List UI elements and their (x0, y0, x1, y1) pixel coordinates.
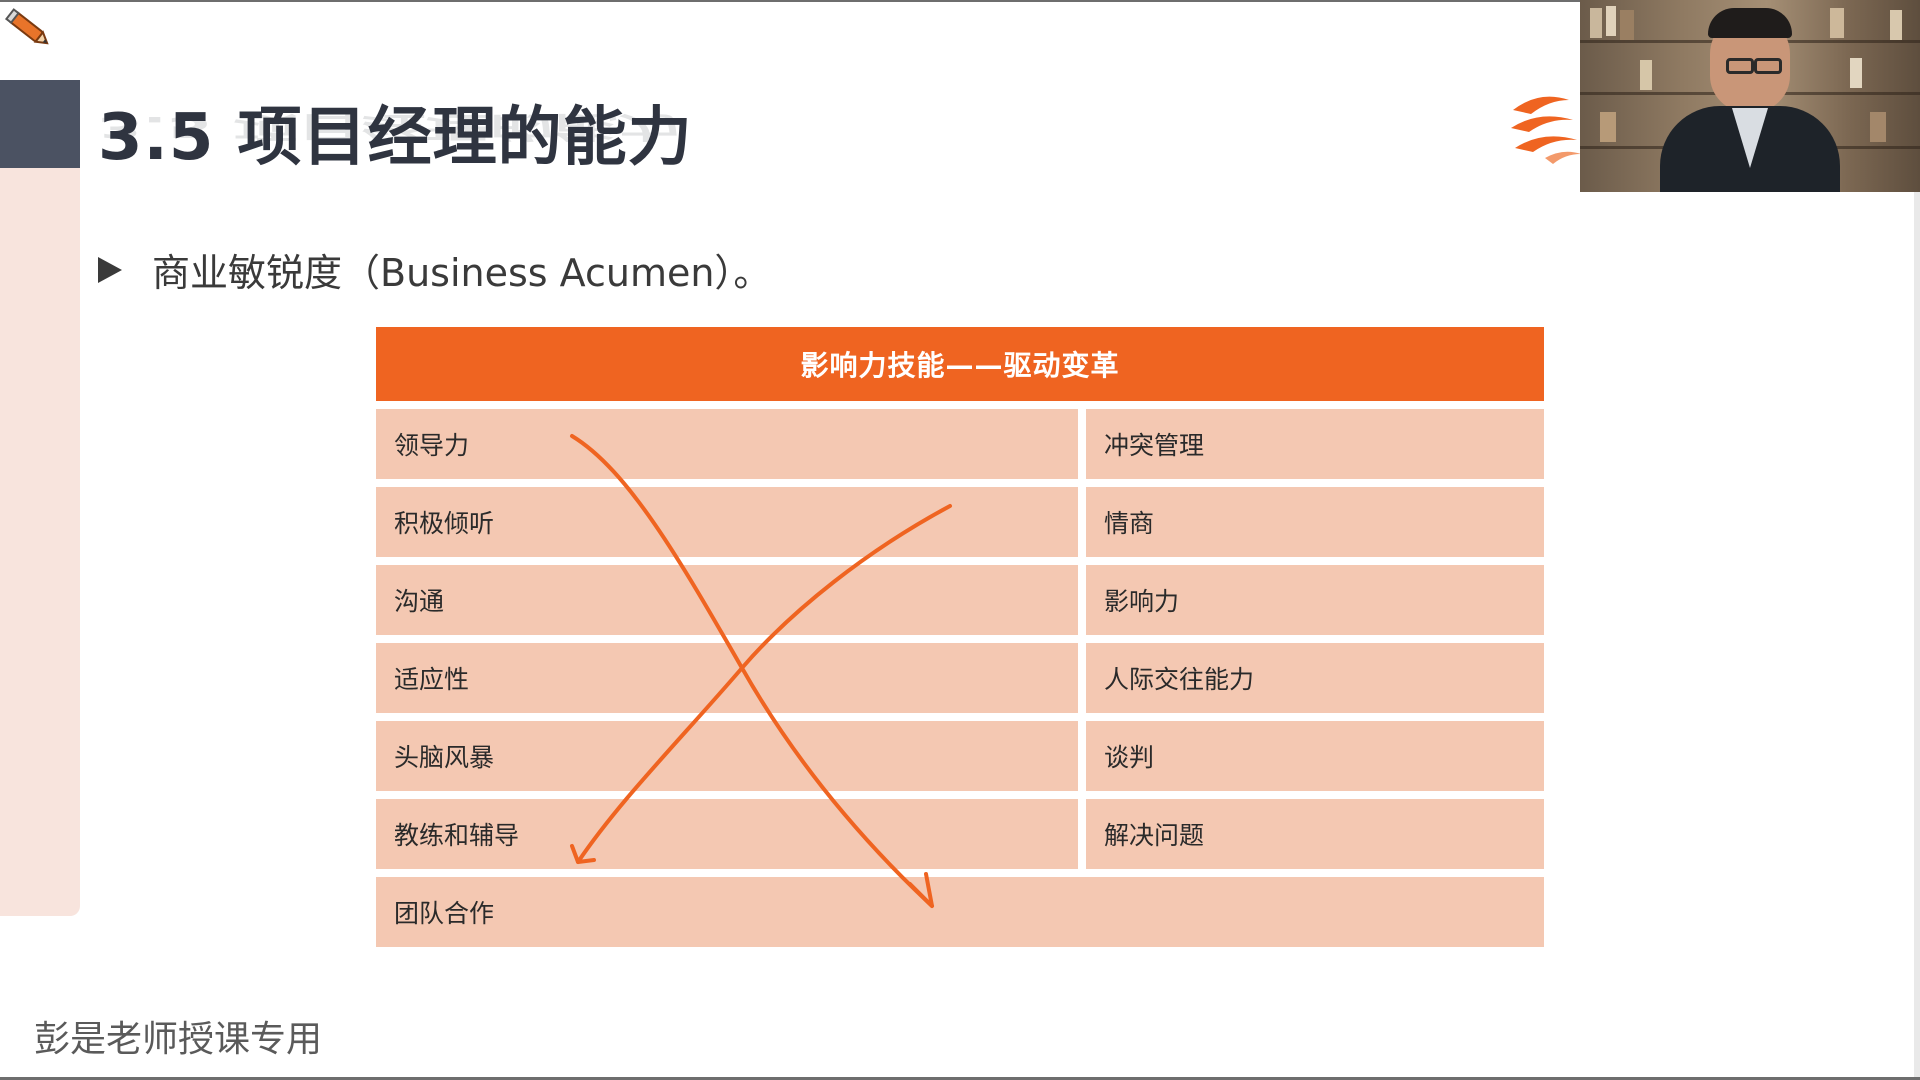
table-cell: 领导力 (376, 409, 1078, 479)
pencil-icon[interactable] (2, 4, 56, 54)
webcam-video (1580, 0, 1920, 192)
table-header: 影响力技能——驱动变革 (376, 327, 1544, 401)
table-cell: 谈判 (1086, 721, 1544, 791)
logo-icon (1511, 96, 1581, 164)
table-cell: 头脑风暴 (376, 721, 1078, 791)
skills-table: 影响力技能——驱动变革 领导力 冲突管理 积极倾听 情商 沟通 影响力 适应性 … (376, 327, 1544, 955)
table-cell: 影响力 (1086, 565, 1544, 635)
bullet-row: 商业敏锐度（Business Acumen）。 (98, 242, 771, 297)
table-cell: 教练和辅导 (376, 799, 1078, 869)
table-cell: 解决问题 (1086, 799, 1544, 869)
table-cell: 团队合作 (376, 877, 1544, 947)
table-row: 头脑风暴 谈判 (376, 721, 1544, 791)
table-row: 沟通 影响力 (376, 565, 1544, 635)
slide-title: 3.5 项目经理的能力 (98, 101, 693, 175)
sidebar-decoration-dark (0, 80, 80, 168)
bullet-text: 商业敏锐度（Business Acumen）。 (152, 251, 772, 295)
table-row: 领导力 冲突管理 (376, 409, 1544, 479)
sidebar-decoration-light (0, 166, 80, 916)
table-cell: 情商 (1086, 487, 1544, 557)
table-row: 教练和辅导 解决问题 (376, 799, 1544, 869)
table-cell: 适应性 (376, 643, 1078, 713)
table-row: 团队合作 (376, 877, 1544, 947)
table-cell: 积极倾听 (376, 487, 1078, 557)
table-row: 适应性 人际交往能力 (376, 643, 1544, 713)
table-row: 积极倾听 情商 (376, 487, 1544, 557)
table-body: 领导力 冲突管理 积极倾听 情商 沟通 影响力 适应性 人际交往能力 头脑风暴 … (376, 409, 1544, 947)
table-cell: 沟通 (376, 565, 1078, 635)
table-cell: 人际交往能力 (1086, 643, 1544, 713)
table-cell: 冲突管理 (1086, 409, 1544, 479)
bullet-icon (98, 256, 122, 283)
watermark-text: 彭是老师授课专用 (34, 1019, 323, 1060)
